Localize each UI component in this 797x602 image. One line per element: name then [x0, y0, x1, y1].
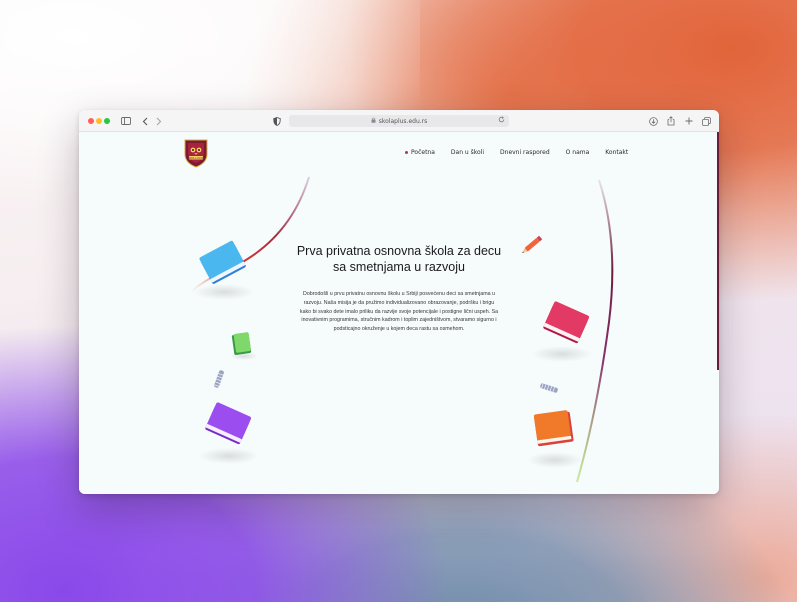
reload-icon[interactable] — [498, 116, 505, 125]
lock-icon — [371, 117, 376, 125]
nav-label: Dnevni raspored — [500, 149, 550, 156]
address-bar[interactable]: skolaplus.edu.rs — [289, 115, 509, 127]
maximize-window-button[interactable] — [104, 118, 110, 124]
hero-title-line-1: Prva privatna osnovna škola za decu — [296, 244, 502, 258]
nav-item-dnevni-raspored[interactable]: Dnevni raspored — [500, 149, 550, 156]
nav-item-kontakt[interactable]: Kontakt — [605, 149, 628, 156]
right-spring-illustration — [540, 383, 558, 393]
minimize-window-button[interactable] — [96, 118, 102, 124]
left-spring-illustration — [214, 370, 224, 388]
orange-book-illustration — [527, 410, 583, 468]
nav-item-pocetna[interactable]: Početna — [405, 149, 435, 156]
download-icon[interactable] — [648, 114, 658, 128]
green-book-illustration — [230, 332, 258, 360]
school-logo[interactable]: SKOLA PLUS — [183, 138, 209, 168]
crimson-book-illustration — [532, 301, 592, 362]
shield-half-icon[interactable] — [272, 114, 282, 128]
active-indicator — [405, 151, 408, 154]
share-icon[interactable] — [666, 114, 676, 128]
nav-item-dan-u-skoli[interactable]: Dan u školi — [451, 149, 484, 156]
main-navigation: Početna Dan u školi Dnevni raspored O na… — [405, 149, 628, 156]
plus-icon[interactable] — [684, 114, 694, 128]
close-window-button[interactable] — [88, 118, 94, 124]
purple-book-illustration — [199, 402, 259, 464]
nav-label: O nama — [565, 149, 590, 156]
hero-title: Prva privatna osnovna škola za decu sa s… — [287, 243, 511, 275]
page-scrollbar[interactable] — [717, 132, 719, 370]
browser-toolbar: skolaplus.edu.rs — [79, 110, 719, 132]
url-text: skolaplus.edu.rs — [378, 117, 428, 125]
tabs-overview-icon[interactable] — [701, 114, 711, 128]
nav-label: Kontakt — [605, 149, 629, 156]
nav-label: Početna — [411, 149, 435, 156]
nav-item-o-nama[interactable]: O nama — [566, 149, 590, 156]
nav-label: Dan u školi — [450, 149, 485, 156]
pencil-illustration — [522, 235, 543, 253]
browser-window: skolaplus.edu.rs SKOLA PLUS Početna Dan … — [79, 110, 719, 494]
blue-book-illustration — [194, 240, 254, 300]
sidebar-icon[interactable] — [120, 114, 132, 128]
web-page: SKOLA PLUS Početna Dan u školi Dnevni ra… — [79, 132, 719, 494]
hero-description: Dobrodošli u prvu privatnu osnovnu školu… — [299, 291, 499, 333]
hero-title-line-2: sa smetnjama u razvoju — [332, 260, 465, 274]
chevron-right-icon[interactable] — [154, 114, 164, 128]
logo-text: SKOLA PLUS — [189, 157, 204, 160]
chevron-left-icon[interactable] — [140, 114, 150, 128]
